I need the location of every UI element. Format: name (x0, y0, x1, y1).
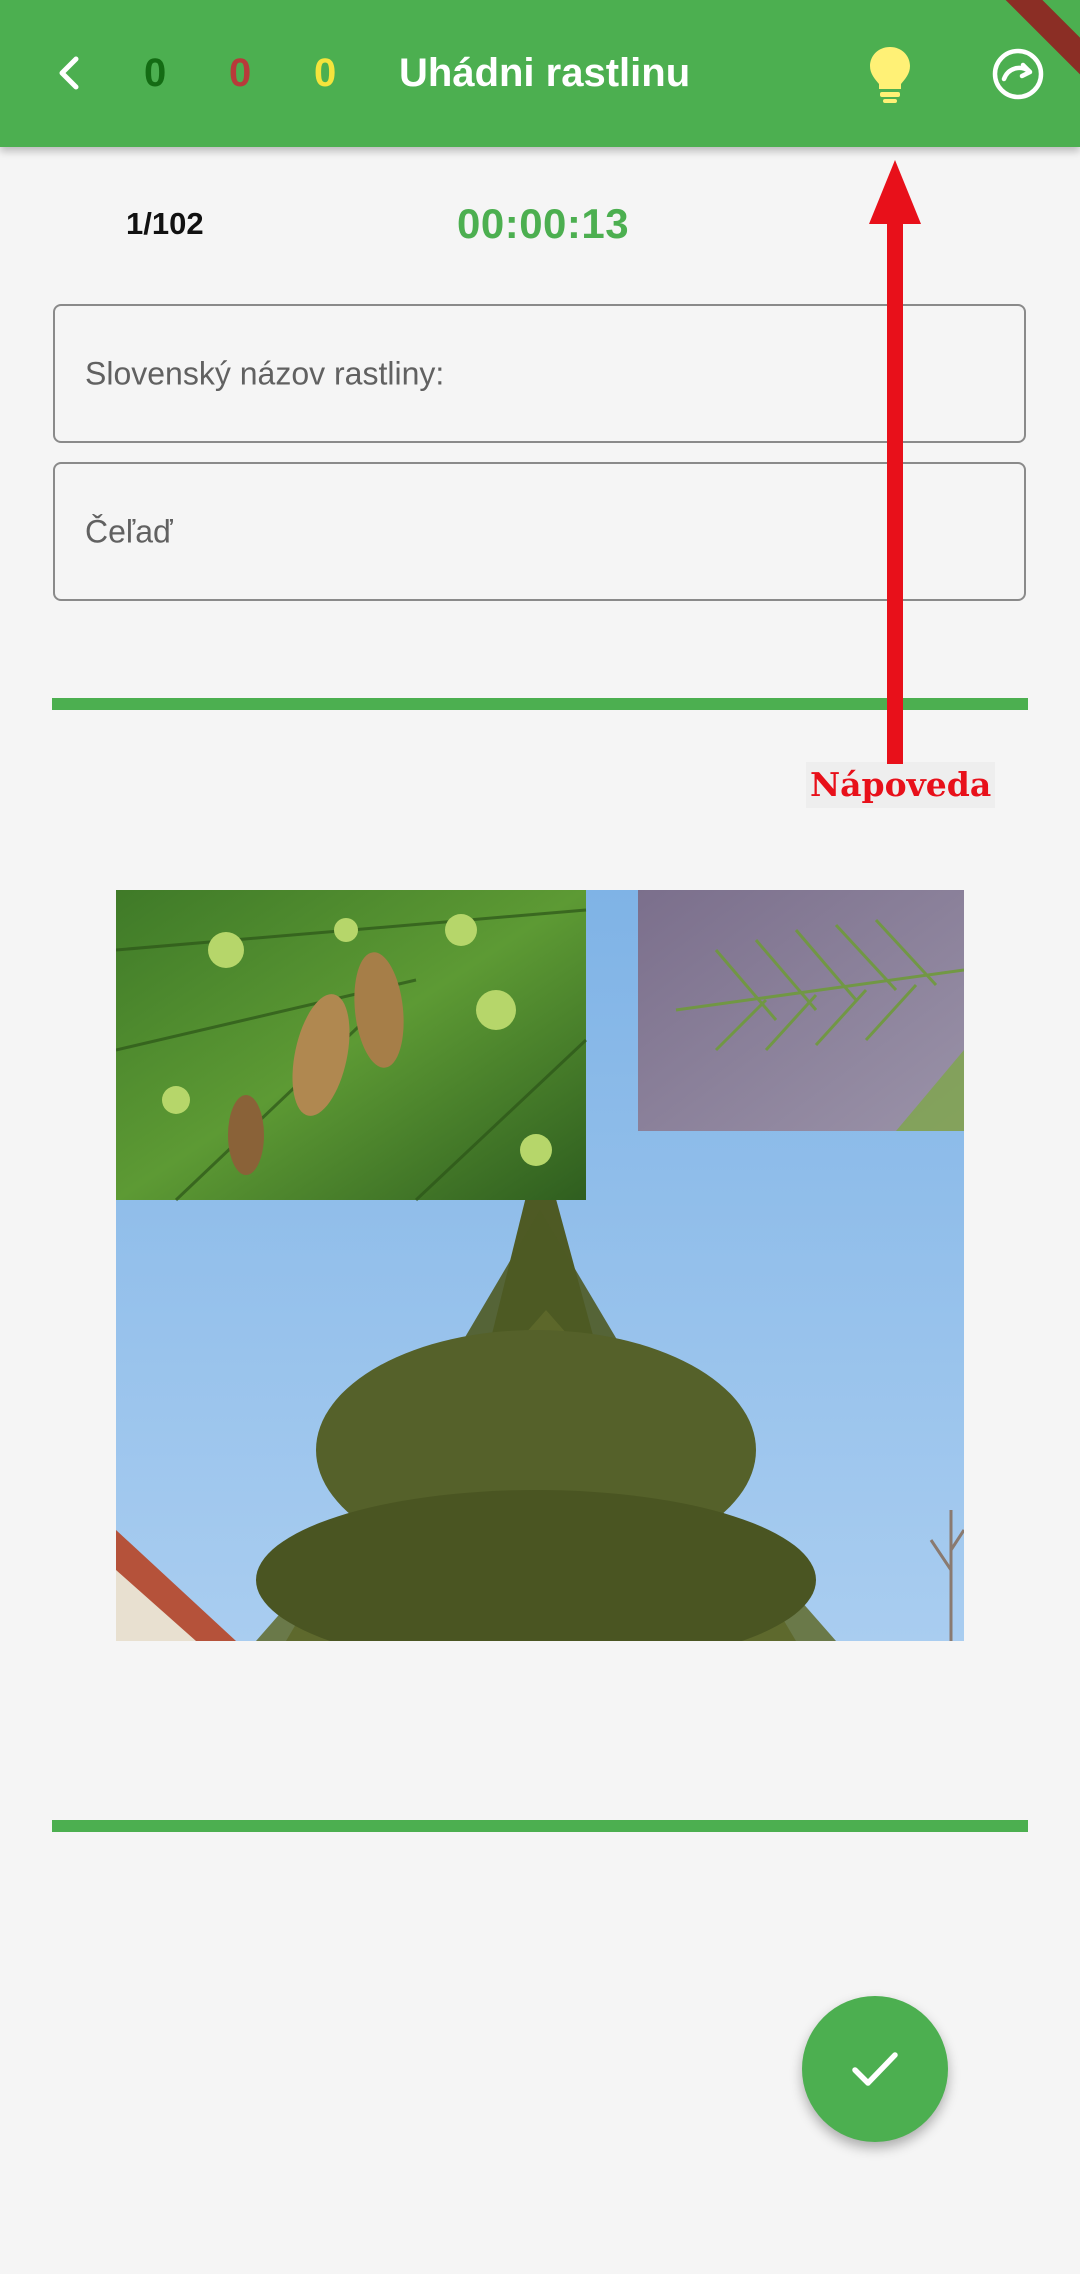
score-correct: 0 (144, 51, 167, 95)
annotation-arrow-icon (869, 160, 921, 764)
back-button[interactable] (34, 37, 106, 109)
divider-bottom (52, 1820, 1028, 1832)
plant-name-placeholder: Slovenský názov rastliny: (85, 355, 445, 391)
hint-button[interactable] (852, 36, 928, 112)
lightbulb-icon (870, 47, 910, 103)
quiz-timer: 00:00:13 (457, 200, 630, 247)
app-bar: 0 0 0 Uhádni rastlinu (0, 0, 1080, 147)
annotation-label: Nápoveda (806, 762, 996, 808)
page-title: Uhádni rastlinu (399, 51, 691, 95)
circle-arrow-icon (992, 48, 1044, 100)
confirm-answer-button[interactable] (802, 1996, 948, 2142)
check-icon (852, 2052, 898, 2086)
plant-photo-collage (116, 890, 964, 1641)
chevron-left-icon (59, 56, 79, 90)
score-wrong: 0 (229, 51, 252, 95)
question-counter: 1/102 (126, 206, 204, 241)
plant-image (116, 890, 964, 1641)
next-plant-button[interactable] (980, 36, 1056, 112)
plant-family-placeholder: Čeľaď (85, 513, 173, 549)
score-hint: 0 (314, 51, 337, 95)
